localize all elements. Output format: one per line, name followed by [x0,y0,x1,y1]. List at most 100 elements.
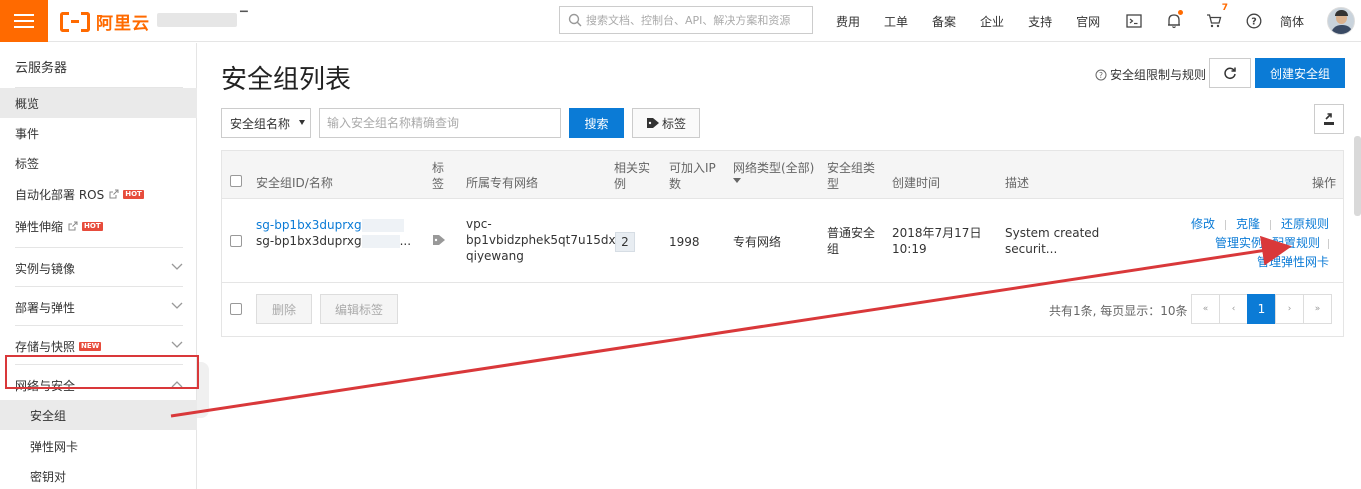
aliyun-logo-icon [60,11,90,32]
tag-filter-button[interactable]: 标签 [632,108,700,138]
terminal-icon[interactable] [1120,0,1148,42]
edit-tags-button[interactable]: 编辑标签 [320,294,398,324]
sidebar-item-label: 安全组 [30,408,67,423]
sidebar-group-label: 实例与镜像 [15,261,76,276]
table-footer: 删除 编辑标签 共有1条, 每页显示：10条 « ‹ 1 › » [222,284,1343,336]
refresh-button[interactable] [1209,58,1251,88]
nav-website[interactable]: 官网 [1076,13,1100,30]
col-vpc: 所属专有网络 [466,176,539,190]
cart-icon[interactable]: 7 [1200,0,1228,42]
security-group-rules-link[interactable]: ? 安全组限制与规则 [1095,66,1206,83]
sidebar-item-autoscaling[interactable]: 弹性伸缩 HOT [0,211,197,241]
select-all-checkbox[interactable] [230,175,242,187]
account-name[interactable] [157,13,237,27]
redacted-text [361,235,400,248]
sidebar-item-eni[interactable]: 弹性网卡 [0,431,197,461]
next-page-button[interactable]: › [1275,294,1304,324]
bell-icon[interactable] [1160,0,1188,42]
top-nav: 费用 工单 备案 企业 支持 官网 [836,0,1124,42]
name-ellipsis: ... [399,234,412,248]
security-group-id-link[interactable]: sg-bp1bx3duprxg [256,218,404,232]
delete-button[interactable]: 删除 [256,294,312,324]
row-checkbox[interactable] [230,235,242,247]
manage-instances-link[interactable]: 管理实例 [1215,236,1263,250]
cart-count: 7 [1221,3,1228,13]
help-icon[interactable]: ? [1240,0,1268,42]
col-network-type-label: 网络类型(全部) [733,161,815,175]
sidebar-title: 云服务器 [15,61,68,76]
clone-link[interactable]: 克隆 [1236,217,1260,231]
sidebar-item-label: 概览 [15,96,40,111]
footer-select-all-checkbox[interactable] [230,303,242,315]
first-page-button[interactable]: « [1191,294,1220,324]
tag-icon[interactable] [432,234,446,250]
top-bar: 阿里云 ▔ 费用 工单 备案 企业 支持 官网 7 ? 简体 [0,0,1361,42]
nav-billing[interactable]: 费用 [836,13,860,30]
page-scrollbar[interactable] [1354,136,1361,216]
chevron-down-icon[interactable]: ▔ [240,12,248,23]
security-group-id-cell: sg-bp1bx3duprxg sg-bp1bx3duprxg... [256,217,411,249]
menu-icon[interactable] [0,0,48,42]
security-group-name: sg-bp1bx3duprxg [256,234,362,248]
sidebar-item-label: 标签 [15,156,40,171]
description-text: securit... [1005,242,1058,256]
security-group-type: 普通安全组 [827,226,876,256]
sidebar-item-label: 事件 [15,126,40,141]
nav-icp[interactable]: 备案 [932,13,956,30]
divider [1266,238,1268,249]
divider [15,247,183,248]
sidebar-group-instances[interactable]: 实例与镜像 [0,249,197,287]
export-icon [1324,113,1334,125]
svg-text:?: ? [1251,17,1257,28]
configure-rules-link[interactable]: 配置规则 [1272,236,1320,250]
col-network-type-filter[interactable]: 网络类型(全部) [733,160,815,184]
prev-page-button[interactable]: ‹ [1219,294,1248,324]
export-button[interactable] [1314,104,1344,134]
sidebar-item-overview[interactable]: 概览 [0,88,197,118]
description-text: System created [1005,226,1100,240]
page-1-button[interactable]: 1 [1247,294,1276,324]
nav-tickets[interactable]: 工单 [884,13,908,30]
create-security-group-button[interactable]: 创建安全组 [1255,58,1345,88]
security-group-id: sg-bp1bx3duprxg [256,218,362,232]
avatar[interactable] [1327,7,1355,35]
sidebar-item-keypair[interactable]: 密钥对 [0,461,197,489]
security-group-search-input[interactable] [319,108,561,138]
filter-field-select[interactable]: 安全组名称 [221,108,311,138]
caret-down-icon [299,120,305,125]
last-page-button[interactable]: » [1303,294,1332,324]
sidebar-item-security-group[interactable]: 安全组 [0,400,197,430]
sidebar-item-events[interactable]: 事件 [0,118,197,148]
modify-link[interactable]: 修改 [1191,217,1215,231]
manage-eni-link[interactable]: 管理弹性网卡 [1257,255,1329,269]
hot-badge: HOT [123,189,144,199]
col-description: 描述 [1005,176,1030,190]
global-search-input[interactable] [586,13,806,27]
page-title: 安全组列表 [221,65,352,95]
created-date: 2018年7月17日 [892,226,982,240]
chevron-down-icon [171,263,183,270]
notification-dot [1178,10,1183,15]
nav-enterprise[interactable]: 企业 [980,13,1004,30]
sidebar-group-label: 部署与弹性 [15,300,76,315]
sidebar-item-label: 密钥对 [30,469,67,484]
sidebar-item-tags[interactable]: 标签 [0,148,197,178]
vpc-id: bp1vbidzphek5qt7u15dx [466,233,616,247]
nav-support[interactable]: 支持 [1028,13,1052,30]
global-search[interactable] [559,6,813,34]
sidebar-item-label: 弹性伸缩 [15,219,64,234]
language-switch[interactable]: 简体 [1280,13,1304,30]
pagination: « ‹ 1 › » [1191,294,1332,324]
refresh-icon [1224,67,1236,80]
chevron-down-icon [171,302,183,309]
col-created: 创建时间 [892,176,941,190]
search-icon [568,13,582,27]
search-button[interactable]: 搜索 [569,108,624,138]
sidebar-item-ros[interactable]: 自动化部署 ROS HOT [0,179,197,209]
instance-count[interactable]: 2 [615,232,635,252]
restore-rules-link[interactable]: 还原规则 [1281,217,1329,231]
svg-text:?: ? [1099,71,1103,80]
logo[interactable]: 阿里云 [60,9,150,34]
sidebar-group-deployment[interactable]: 部署与弹性 [0,288,197,326]
new-badge: NEW [79,341,102,351]
